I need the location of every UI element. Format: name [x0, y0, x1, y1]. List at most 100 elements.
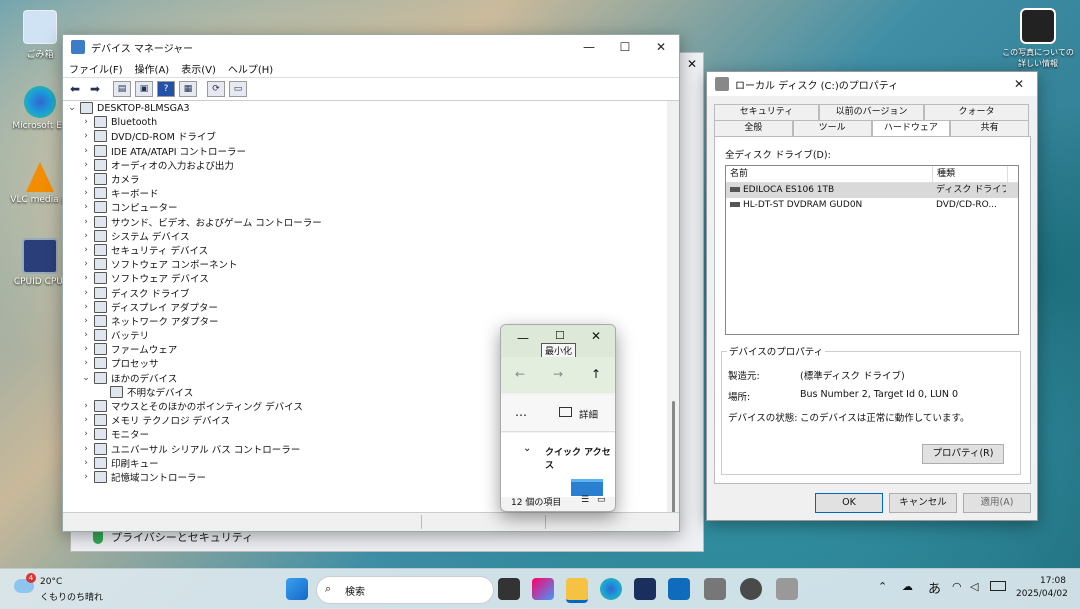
tab-quota[interactable]: クォータ	[924, 104, 1029, 120]
store-icon[interactable]	[634, 578, 656, 600]
battery-icon[interactable]	[990, 581, 1006, 591]
chevron-right-icon[interactable]: ›	[81, 146, 91, 156]
chevron-right-icon[interactable]: ›	[81, 259, 91, 269]
tree-item[interactable]: › コンピューター	[63, 200, 667, 214]
tree-item[interactable]: › ディスプレイ アダプター	[63, 300, 667, 314]
chevron-down-icon[interactable]: ⌄	[67, 103, 77, 113]
list-item[interactable]: HL-DT-ST DVDRAM GUD0N DVD/CD-RO...	[726, 198, 1018, 213]
close-icon[interactable]: ✕	[687, 57, 697, 71]
maximize-button[interactable]: ☐	[555, 329, 565, 342]
vlc-shortcut[interactable]: VLC media pl	[10, 162, 70, 205]
wifi-icon[interactable]: ◠	[952, 580, 962, 593]
disk-properties-taskbar-icon[interactable]	[776, 578, 798, 600]
column-name[interactable]: 名前	[726, 166, 933, 182]
chevron-right-icon[interactable]: ›	[81, 231, 91, 241]
tree-item[interactable]: › ディスク ドライブ	[63, 285, 667, 300]
chevron-right-icon[interactable]: ›	[81, 202, 91, 212]
scrollbar-thumb[interactable]	[672, 401, 675, 521]
tiles-view-icon[interactable]: ▭	[597, 495, 606, 505]
chevron-right-icon[interactable]: ›	[81, 458, 91, 468]
chevron-right-icon[interactable]: ›	[81, 117, 91, 127]
weather-temp[interactable]: 20°C	[40, 577, 62, 587]
menu-help[interactable]: ヘルプ(H)	[222, 61, 279, 76]
chevron-right-icon[interactable]: ›	[81, 302, 91, 312]
forward-arrow-icon[interactable]: ➡	[87, 82, 103, 96]
title-bar[interactable]: デバイス マネージャー — ☐ ✕	[63, 35, 679, 59]
chevron-right-icon[interactable]: ›	[81, 160, 91, 170]
monitor-icon[interactable]: ▭	[229, 81, 247, 97]
settings-gear-icon[interactable]	[740, 578, 762, 600]
weather-description[interactable]: くもりのち晴れ	[40, 590, 103, 603]
ime-indicator[interactable]: あ	[928, 578, 941, 597]
tree-item[interactable]: › キーボード	[63, 186, 667, 200]
cancel-button[interactable]: キャンセル	[889, 493, 957, 513]
edge-icon[interactable]	[600, 578, 622, 600]
help-icon[interactable]: ?	[157, 81, 175, 97]
tab-previous-versions[interactable]: 以前のバージョン	[819, 104, 924, 120]
chevron-right-icon[interactable]: ›	[81, 429, 91, 439]
ok-button[interactable]: OK	[815, 493, 883, 513]
chevron-right-icon[interactable]: ›	[81, 245, 91, 255]
chevron-right-icon[interactable]: ›	[81, 472, 91, 482]
chevron-right-icon[interactable]: ›	[81, 174, 91, 184]
chevron-right-icon[interactable]: ›	[81, 273, 91, 283]
tab-sharing[interactable]: 共有	[950, 120, 1029, 136]
start-windows-icon[interactable]	[286, 578, 308, 600]
tree-item[interactable]: › カメラ	[63, 172, 667, 186]
list-item[interactable]: EDILOCA ES106 1TB ディスク ドライブ	[726, 183, 1018, 198]
tree-item[interactable]: › セキュリティ デバイス	[63, 243, 667, 257]
back-arrow-icon[interactable]: ←	[515, 367, 525, 381]
scan-icon[interactable]: ⟳	[207, 81, 225, 97]
copilot-icon[interactable]	[532, 578, 554, 600]
chevron-down-icon[interactable]: ⌄	[81, 373, 91, 383]
tree-root[interactable]: ⌄ DESKTOP-8LMSGA3	[63, 101, 667, 115]
cpuid-shortcut[interactable]: CPUID CPU-	[10, 238, 70, 287]
tree-item[interactable]: › サウンド、ビデオ、およびゲーム コントローラー	[63, 215, 667, 229]
chevron-right-icon[interactable]: ›	[81, 217, 91, 227]
column-type[interactable]: 種類	[933, 166, 1008, 182]
tree-item[interactable]: › ソフトウェア コンポーネント	[63, 257, 667, 271]
tree-item[interactable]: › Bluetooth	[63, 115, 667, 129]
tab-tools[interactable]: ツール	[792, 120, 872, 136]
up-arrow-icon[interactable]: ↑	[591, 367, 601, 381]
menu-action[interactable]: 操作(A)	[129, 61, 176, 76]
close-button[interactable]: ✕	[1001, 77, 1037, 91]
tree-item[interactable]: › ソフトウェア デバイス	[63, 271, 667, 285]
tab-general[interactable]: 全般	[714, 120, 793, 136]
chevron-right-icon[interactable]: ›	[81, 330, 91, 340]
tree-item[interactable]: › DVD/CD-ROM ドライブ	[63, 129, 667, 143]
update-driver-icon[interactable]: ▣	[135, 81, 153, 97]
volume-icon[interactable]: ◁	[970, 580, 978, 593]
quick-access-item[interactable]: クイック アクセス	[545, 445, 615, 471]
task-view-icon[interactable]	[498, 578, 520, 600]
maximize-button[interactable]: ☐	[607, 40, 643, 54]
outlook-icon[interactable]	[668, 578, 690, 600]
tree-item[interactable]: › IDE ATA/ATAPI コントローラー	[63, 144, 667, 158]
menu-view[interactable]: 表示(V)	[175, 61, 222, 76]
cloud-sync-icon[interactable]: ☁	[902, 580, 913, 593]
menu-file[interactable]: ファイル(F)	[63, 61, 129, 76]
chevron-right-icon[interactable]: ›	[81, 288, 91, 298]
chevron-up-icon[interactable]: ⌃	[878, 580, 887, 593]
tree-item[interactable]: › オーディオの入力および出力	[63, 158, 667, 172]
chevron-right-icon[interactable]: ›	[81, 188, 91, 198]
clock-time[interactable]: 17:08	[1040, 576, 1066, 586]
recycle-bin-shortcut[interactable]: ごみ箱	[10, 10, 70, 60]
back-arrow-icon[interactable]: ⬅	[67, 82, 83, 96]
apply-button[interactable]: 適用(A)	[963, 493, 1031, 513]
device-manager-taskbar-icon[interactable]	[704, 578, 726, 600]
properties-icon[interactable]: ▤	[113, 81, 131, 97]
chevron-right-icon[interactable]: ›	[81, 401, 91, 411]
minimize-button[interactable]: —	[517, 331, 529, 345]
view-icon[interactable]: ▦	[179, 81, 197, 97]
chevron-right-icon[interactable]: ›	[81, 131, 91, 141]
list-view-icon[interactable]: ☰	[581, 495, 589, 505]
chevron-right-icon[interactable]: ›	[81, 358, 91, 368]
tab-security[interactable]: セキュリティ	[714, 104, 819, 120]
chevron-right-icon[interactable]: ›	[81, 415, 91, 425]
title-bar[interactable]: — ☐ ✕ 最小化	[501, 325, 615, 358]
file-explorer-icon[interactable]	[566, 578, 588, 603]
tab-hardware[interactable]: ハードウェア	[871, 120, 951, 136]
chevron-down-icon[interactable]: ⌄	[523, 443, 531, 454]
forward-arrow-icon[interactable]: →	[553, 367, 563, 381]
